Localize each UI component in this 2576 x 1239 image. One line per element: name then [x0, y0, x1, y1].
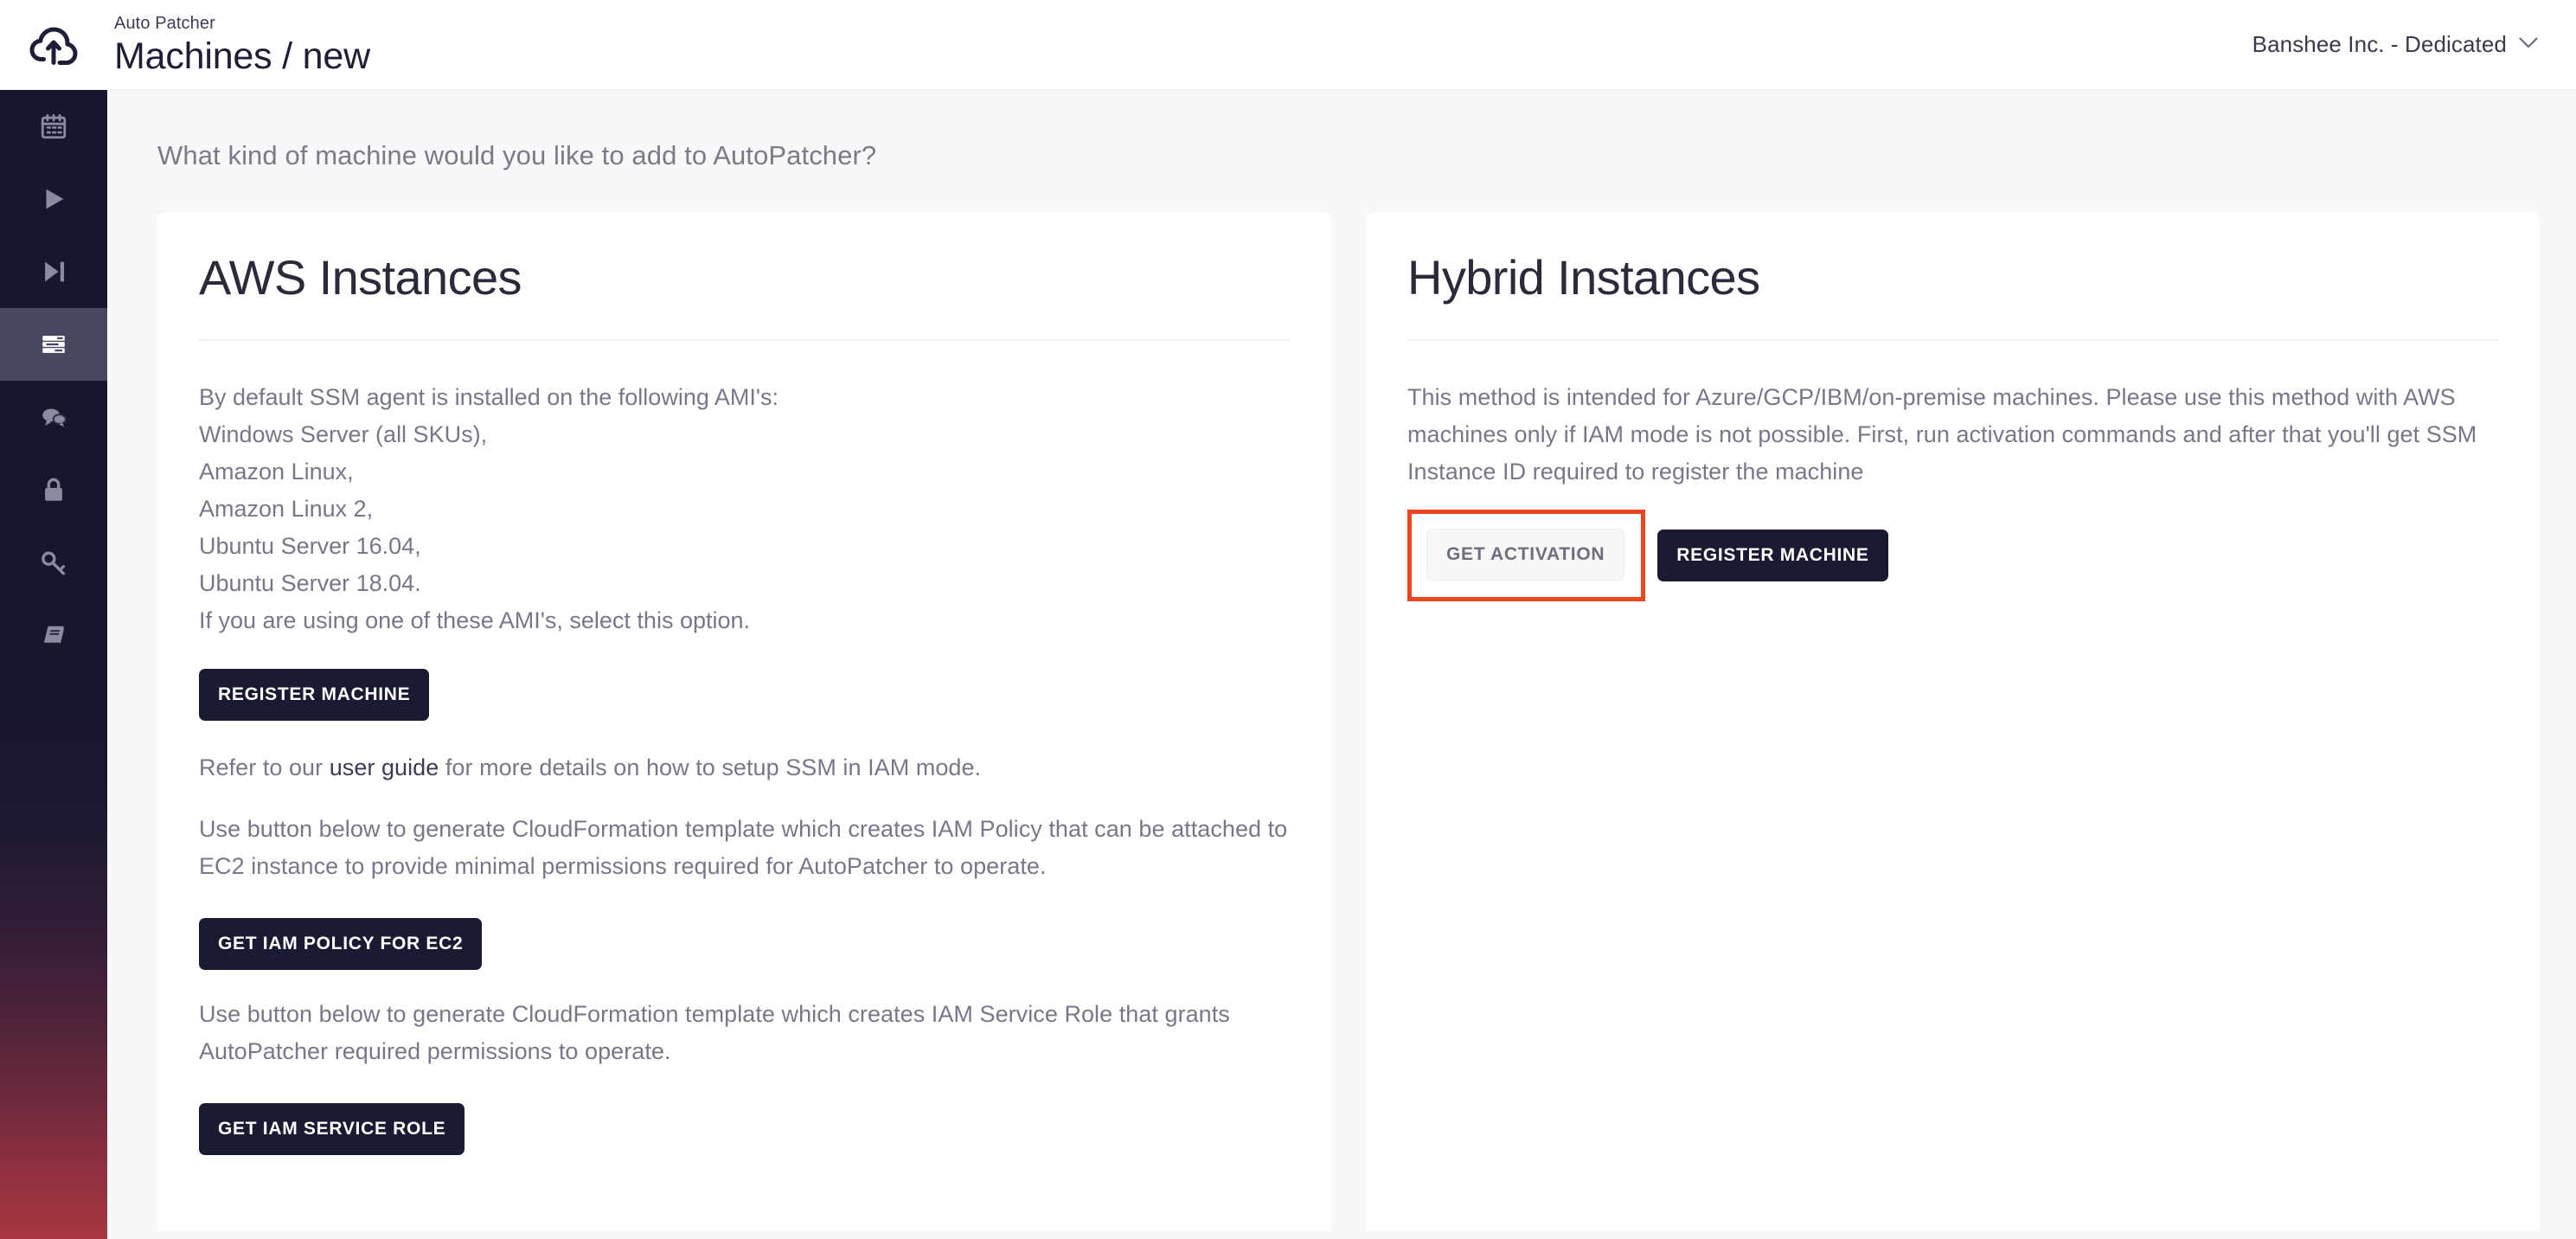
page-title: Machines / new — [114, 35, 370, 77]
card-divider — [199, 339, 1290, 342]
skip-forward-icon — [39, 257, 68, 286]
sidebar-item-machines[interactable] — [0, 308, 107, 381]
sidebar-item-play[interactable] — [0, 163, 107, 235]
chevron-down-icon — [2519, 36, 2538, 53]
cloud-upload-icon[interactable] — [0, 0, 107, 90]
machine-type-cards: AWS Instances By default SSM agent is in… — [157, 212, 2576, 1231]
get-iam-policy-button[interactable]: GET IAM POLICY FOR EC2 — [199, 918, 483, 971]
get-iam-service-role-button[interactable]: GET IAM SERVICE ROLE — [199, 1103, 465, 1156]
book-icon — [39, 620, 68, 650]
hybrid-register-machine-button[interactable]: REGISTER MACHINE — [1657, 530, 1888, 582]
get-activation-button[interactable]: GET ACTIVATION — [1426, 529, 1625, 581]
hybrid-instances-card: Hybrid Instances This method is intended… — [1366, 212, 2540, 1231]
iam-policy-row: GET IAM POLICY FOR EC2 — [199, 918, 1290, 971]
iam-policy-text: Use button below to generate CloudFormat… — [199, 816, 1288, 880]
card-divider — [1407, 339, 2498, 342]
org-switcher[interactable]: Banshee Inc. - Dedicated — [2252, 31, 2538, 58]
guide-suffix: for more details on how to setup SSM in … — [439, 754, 982, 781]
iam-service-role-text: Use button below to generate CloudFormat… — [199, 1001, 1230, 1065]
sidebar-item-security[interactable] — [0, 453, 107, 526]
play-icon — [39, 184, 68, 214]
sidebar-item-calendar[interactable] — [0, 90, 107, 163]
aws-closing-text: If you are using one of these AMI's, sel… — [199, 607, 751, 634]
sidebar-item-credentials[interactable] — [0, 526, 107, 599]
hybrid-action-row: GET ACTIVATION REGISTER MACHINE — [1407, 510, 2498, 602]
ami-list-item: Ubuntu Server 18.04. — [199, 570, 421, 597]
get-activation-highlight: GET ACTIVATION — [1407, 510, 1646, 602]
sidebar — [0, 90, 107, 1239]
sidebar-item-docs[interactable] — [0, 599, 107, 671]
key-icon — [39, 548, 68, 577]
sidebar-item-skip-forward[interactable] — [0, 235, 107, 308]
chat-bubbles-icon — [39, 402, 68, 432]
aws-intro-text: By default SSM agent is installed on the… — [199, 384, 779, 411]
user-guide-link[interactable]: user guide — [330, 754, 439, 780]
hybrid-description: This method is intended for Azure/GCP/IB… — [1407, 384, 2477, 485]
aws-register-row: REGISTER MACHINE — [199, 669, 1290, 722]
aws-instances-card: AWS Instances By default SSM agent is in… — [157, 212, 1331, 1231]
header-titles: Auto Patcher Machines / new — [114, 13, 370, 76]
register-machine-button[interactable]: REGISTER MACHINE — [199, 669, 430, 722]
page-prompt: What kind of machine would you like to a… — [157, 140, 877, 170]
server-list-icon — [39, 330, 68, 359]
iam-service-role-row: GET IAM SERVICE ROLE — [199, 1103, 1290, 1156]
ami-list-item: Amazon Linux, — [199, 459, 354, 485]
org-name: Banshee Inc. - Dedicated — [2252, 31, 2507, 57]
aws-card-title: AWS Instances — [199, 250, 522, 305]
ami-list-item: Windows Server (all SKUs), — [199, 421, 488, 448]
calendar-icon — [39, 112, 68, 141]
guide-prefix: Refer to our — [199, 754, 330, 781]
aws-ami-block: By default SSM agent is installed on the… — [199, 379, 1290, 639]
ami-list-item: Amazon Linux 2, — [199, 496, 374, 523]
ami-list-item: Ubuntu Server 16.04, — [199, 533, 421, 560]
user-guide-text: Refer to our user guide for more details… — [199, 749, 1290, 786]
main-content: What kind of machine would you like to a… — [107, 90, 2576, 1239]
lock-icon — [39, 475, 68, 504]
hybrid-card-title: Hybrid Instances — [1407, 250, 1760, 305]
app-header: Auto Patcher Machines / new Banshee Inc.… — [0, 0, 2576, 90]
sidebar-item-messages[interactable] — [0, 381, 107, 453]
app-eyebrow: Auto Patcher — [114, 13, 215, 33]
